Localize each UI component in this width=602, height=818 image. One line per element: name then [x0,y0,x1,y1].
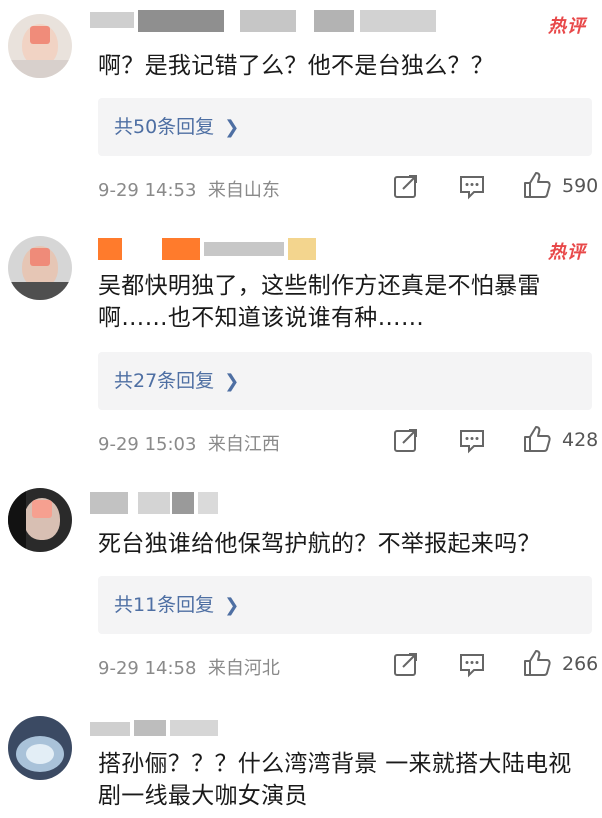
comment-text: 搭孙俪？？？什么湾湾背景 一来就搭大陆电视剧一线最大咖女演员 [98,751,572,809]
avatar[interactable] [8,716,72,780]
comment-item: 搭孙俪？？？什么湾湾背景 一来就搭大陆电视剧一线最大咖女演员 [0,0,602,818]
